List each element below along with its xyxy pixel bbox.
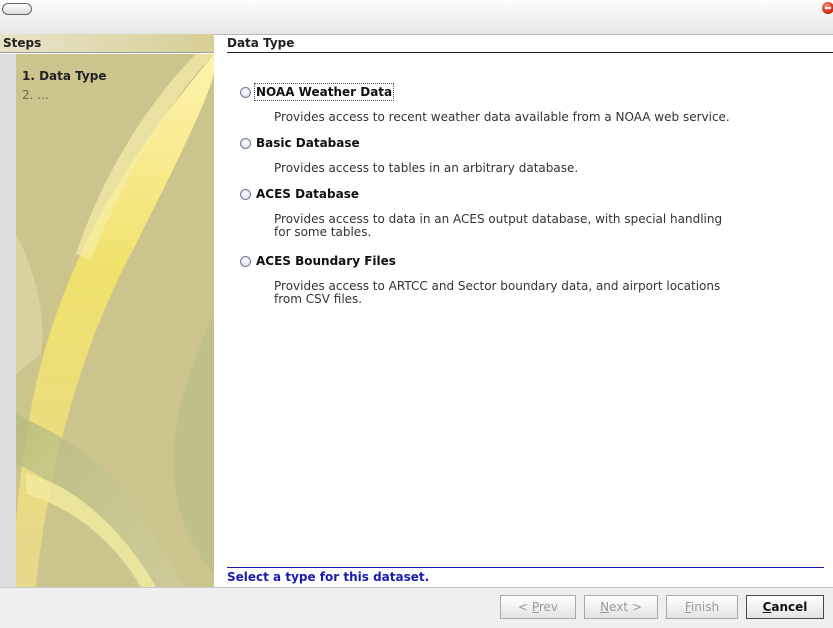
prev-button[interactable]: < Prev — [500, 595, 576, 619]
close-icon[interactable] — [822, 2, 833, 14]
toolbar-toggle-icon[interactable] — [2, 3, 32, 15]
step-2: 2. ... — [22, 88, 49, 102]
next-button-mnemonic: N — [600, 600, 610, 614]
next-button-suffix: ext > — [609, 600, 642, 614]
option-label[interactable]: ACES Boundary Files — [256, 254, 396, 268]
steps-title: Steps — [0, 34, 214, 53]
steps-panel-edge — [0, 54, 16, 587]
steps-panel-artwork — [16, 54, 214, 587]
finish-button-suffix: inish — [690, 600, 720, 614]
option-label[interactable]: Basic Database — [256, 136, 360, 150]
option-description: Provides access to tables in an arbitrar… — [274, 161, 579, 175]
cancel-button-suffix: ancel — [771, 600, 808, 614]
radio-icon[interactable] — [240, 189, 251, 200]
cancel-button[interactable]: Cancel — [746, 595, 824, 619]
status-message: Select a type for this dataset. — [227, 567, 824, 586]
radio-icon[interactable] — [240, 87, 251, 98]
radio-icon[interactable] — [240, 138, 251, 149]
radio-icon[interactable] — [240, 256, 251, 267]
prev-button-suffix: rev — [538, 600, 559, 614]
option-description: Provides access to ARTCC and Sector boun… — [274, 279, 721, 306]
steps-panel: 1. Data Type 2. ... — [16, 54, 214, 587]
option-description: Provides access to data in an ACES outpu… — [274, 212, 723, 239]
finish-button[interactable]: Finish — [666, 595, 738, 619]
page-title: Data Type — [227, 34, 833, 53]
option-label[interactable]: NOAA Weather Data — [253, 83, 395, 101]
next-button[interactable]: Next > — [584, 595, 658, 619]
option-description: Provides access to recent weather data a… — [274, 110, 730, 124]
step-1: 1. Data Type — [22, 69, 107, 83]
option-label[interactable]: ACES Database — [256, 187, 359, 201]
prev-button-mnemonic: P — [531, 600, 539, 614]
title-bar — [0, 0, 833, 35]
prev-button-prefix: < — [517, 600, 532, 614]
